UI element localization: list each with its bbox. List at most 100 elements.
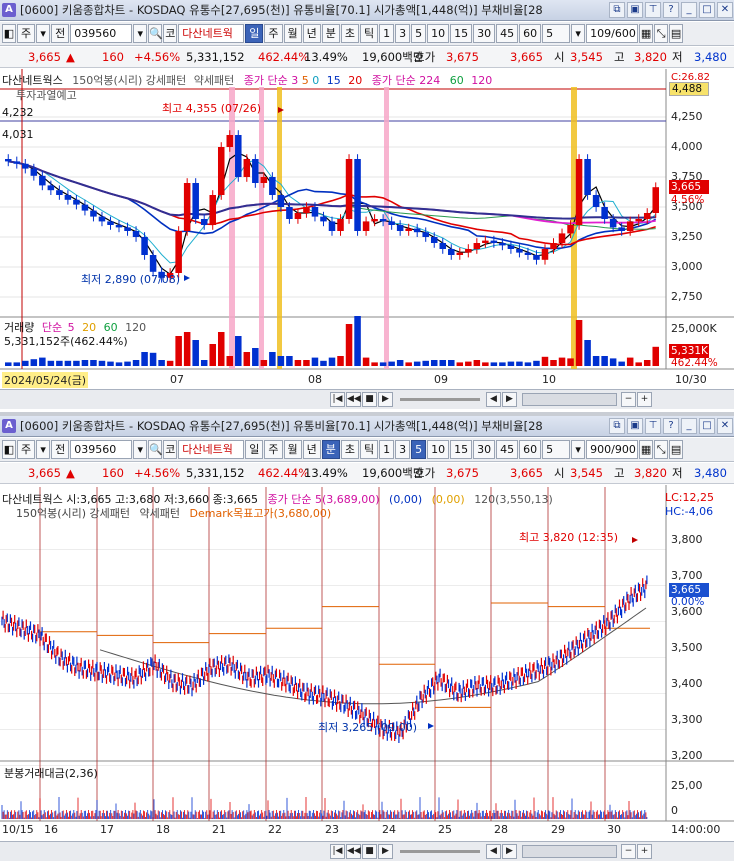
chevron-down-icon[interactable]: ▾ <box>571 24 586 43</box>
type-select[interactable]: 주 <box>17 24 36 43</box>
config-icon[interactable]: ▣ <box>627 2 643 18</box>
code-icon[interactable]: 코 <box>163 24 178 43</box>
left-icon[interactable]: ◀ <box>486 392 501 407</box>
tab-tick[interactable]: 틱 <box>360 24 379 43</box>
cursor-icon[interactable]: ⤡ <box>654 440 669 459</box>
quote-bar: 3,665 ▲ 160 +4.56% 5,331,152 462.44% 13.… <box>0 47 734 68</box>
interval-60[interactable]: 60 <box>519 24 542 43</box>
bottom-scrollbar[interactable]: |◀ ◀◀ ■ ▶ ◀ ▶ − + <box>0 841 734 861</box>
interval-30[interactable]: 30 <box>473 440 496 459</box>
interval-1[interactable]: 1 <box>379 24 395 43</box>
tab-second[interactable]: 초 <box>340 24 359 43</box>
pin-icon[interactable]: ⊤ <box>645 2 661 18</box>
interval-45[interactable]: 45 <box>496 24 519 43</box>
play-icon[interactable]: ▶ <box>378 392 393 407</box>
tab-minute[interactable]: 분 <box>321 24 340 43</box>
tab-minute[interactable]: 분 <box>321 440 340 459</box>
maximize-icon[interactable]: □ <box>699 2 715 18</box>
toggle-icon[interactable]: ◧ <box>2 24 16 43</box>
stop-icon[interactable]: ■ <box>362 392 377 407</box>
interval-3[interactable]: 3 <box>395 24 411 43</box>
x-tick: 10/15 <box>2 823 34 836</box>
close-icon[interactable]: ✕ <box>717 418 733 434</box>
first-icon[interactable]: |◀ <box>330 392 345 407</box>
x-tick: 23 <box>325 823 339 836</box>
interval-60[interactable]: 60 <box>519 440 542 459</box>
close-icon[interactable]: ✕ <box>717 2 733 18</box>
tab-year[interactable]: 년 <box>302 440 321 459</box>
interval-15[interactable]: 15 <box>450 24 473 43</box>
interval-45[interactable]: 45 <box>496 440 519 459</box>
unit-select[interactable]: 5 <box>542 440 571 459</box>
scroll-thumb[interactable] <box>522 393 617 406</box>
unit-select[interactable]: 5 <box>542 24 571 43</box>
tab-day[interactable]: 일 <box>245 24 264 43</box>
legend-stock: 다산네트웍스 <box>2 74 63 87</box>
interval-5[interactable]: 5 <box>411 24 427 43</box>
left-icon[interactable]: ◀ <box>486 844 501 859</box>
top-scrollbar[interactable]: |◀ ◀◀ ■ ▶ ◀ ▶ − + <box>0 389 734 409</box>
chevron-down-icon[interactable]: ▾ <box>36 24 51 43</box>
tab-tick[interactable]: 틱 <box>360 440 379 459</box>
interval-10[interactable]: 10 <box>427 24 450 43</box>
count-input[interactable]: 109/600 <box>586 24 639 43</box>
pin-icon[interactable]: ⊤ <box>645 418 661 434</box>
chevron-down-icon[interactable]: ▾ <box>36 440 51 459</box>
search-icon[interactable]: ▾ <box>133 24 148 43</box>
interval-1[interactable]: 1 <box>379 440 395 459</box>
code-icon[interactable]: 코 <box>163 440 178 459</box>
zoom-out-icon[interactable]: − <box>621 844 636 859</box>
interval-30[interactable]: 30 <box>473 24 496 43</box>
minute-price-chart[interactable]: 다산네트웍스 시:3,665 고:3,680 저:3,660 종:3,665 종… <box>0 485 734 840</box>
search-icon[interactable]: ▾ <box>133 440 148 459</box>
type-select[interactable]: 주 <box>17 440 36 459</box>
zoom-out-icon[interactable]: − <box>621 392 636 407</box>
stock-code-input[interactable]: 039560 <box>70 24 133 43</box>
interval-5[interactable]: 5 <box>411 440 427 459</box>
maximize-icon[interactable]: □ <box>699 418 715 434</box>
interval-15[interactable]: 15 <box>450 440 473 459</box>
mode-select[interactable]: 전 <box>51 440 70 459</box>
tab-year[interactable]: 년 <box>302 24 321 43</box>
right-icon[interactable]: ▶ <box>502 392 517 407</box>
tab-day[interactable]: 일 <box>245 440 264 459</box>
link-icon[interactable]: ⧉ <box>609 2 625 18</box>
stock-code-input[interactable]: 039560 <box>70 440 133 459</box>
grid-icon[interactable]: ▦ <box>639 440 654 459</box>
tab-month[interactable]: 월 <box>283 440 302 459</box>
interval-3[interactable]: 3 <box>395 440 411 459</box>
interval-10[interactable]: 10 <box>427 440 450 459</box>
toggle-icon[interactable]: ◧ <box>2 440 16 459</box>
tab-second[interactable]: 초 <box>340 440 359 459</box>
config-icon[interactable]: ▣ <box>627 418 643 434</box>
stop-icon[interactable]: ■ <box>362 844 377 859</box>
minimize-icon[interactable]: _ <box>681 2 697 18</box>
chart-type-icon[interactable]: ▤ <box>669 440 684 459</box>
tab-month[interactable]: 월 <box>283 24 302 43</box>
scroll-thumb[interactable] <box>522 845 617 858</box>
first-icon[interactable]: |◀ <box>330 844 345 859</box>
zoom-in-icon[interactable]: + <box>637 844 652 859</box>
mode-select[interactable]: 전 <box>51 24 70 43</box>
grid-icon[interactable]: ▦ <box>639 24 654 43</box>
rewind-icon[interactable]: ◀◀ <box>346 392 361 407</box>
help-icon[interactable]: ? <box>663 2 679 18</box>
play-icon[interactable]: ▶ <box>378 844 393 859</box>
link-icon[interactable]: ⧉ <box>609 418 625 434</box>
tab-week[interactable]: 주 <box>264 24 283 43</box>
minimize-icon[interactable]: _ <box>681 418 697 434</box>
search-stock-icon[interactable]: 🔍 <box>148 440 163 459</box>
scroll-track[interactable] <box>400 398 480 401</box>
chart-type-icon[interactable]: ▤ <box>669 24 684 43</box>
help-icon[interactable]: ? <box>663 418 679 434</box>
scroll-track[interactable] <box>400 850 480 853</box>
tab-week[interactable]: 주 <box>264 440 283 459</box>
search-stock-icon[interactable]: 🔍 <box>148 24 163 43</box>
count-input[interactable]: 900/900 <box>586 440 639 459</box>
rewind-icon[interactable]: ◀◀ <box>346 844 361 859</box>
right-icon[interactable]: ▶ <box>502 844 517 859</box>
daily-price-chart[interactable]: 다산네트웍스 150억봉(시리) 강세패턴 약세패턴 종가 단순 3 5 0 1… <box>0 69 734 390</box>
cursor-icon[interactable]: ⤡ <box>654 24 669 43</box>
chevron-down-icon[interactable]: ▾ <box>571 440 586 459</box>
zoom-in-icon[interactable]: + <box>637 392 652 407</box>
